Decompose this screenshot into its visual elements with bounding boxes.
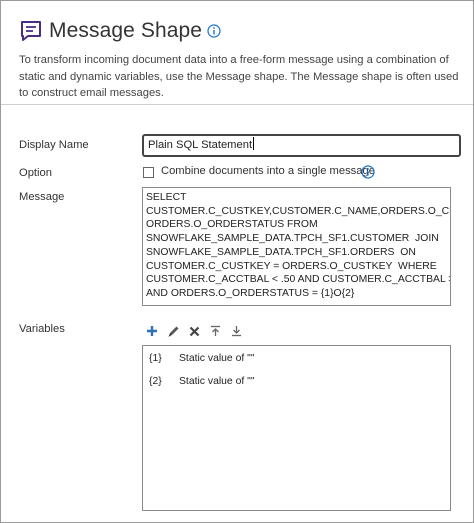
variables-label: Variables (19, 323, 65, 335)
move-down-icon[interactable] (228, 323, 244, 339)
variable-value: Static value of "" (179, 376, 255, 387)
dialog-header: Message Shape (19, 15, 463, 47)
message-line: CUSTOMER.C_CUSTKEY = ORDERS.O_CUSTKEY WH… (146, 260, 437, 272)
display-name-value: Plain SQL Statement (148, 139, 253, 151)
text-caret (253, 137, 255, 150)
message-line: CUSTOMER.C_ACCTBAL < .50 AND CUSTOMER.C_… (146, 274, 451, 286)
variable-key: {2} (149, 376, 162, 387)
info-icon[interactable] (361, 165, 375, 179)
message-line: AND ORDERS.O_ORDERSTATUS = {1}O{2} (146, 287, 355, 299)
info-icon[interactable] (207, 24, 221, 38)
list-item[interactable]: {2} Static value of "" (149, 376, 255, 387)
list-item[interactable]: {1} Static value of "" (149, 353, 255, 364)
message-textarea[interactable]: SELECT CUSTOMER.C_CUSTKEY,CUSTOMER.C_NAME… (142, 187, 451, 306)
message-line: CUSTOMER.C_CUSTKEY,CUSTOMER.C_NAME,ORDER… (146, 205, 450, 217)
message-line: SNOWFLAKE_SAMPLE_DATA.TPCH_SF1.CUSTOMER … (146, 233, 439, 245)
message-line: ORDERS.O_ORDERSTATUS FROM (146, 219, 318, 231)
message-label: Message (19, 191, 65, 203)
combine-documents-checkbox[interactable] (143, 167, 154, 178)
message-shape-dialog: Message Shape To transform incoming docu… (0, 0, 474, 523)
add-icon[interactable] (144, 323, 160, 339)
description-text: To transform incoming document data into… (19, 54, 459, 99)
variable-key: {1} (149, 353, 162, 364)
move-up-icon[interactable] (207, 323, 223, 339)
display-name-label: Display Name (19, 139, 89, 151)
display-name-field[interactable]: Plain SQL Statement (142, 134, 461, 157)
message-line: SELECT (146, 192, 187, 203)
header-divider (1, 104, 473, 105)
variable-value: Static value of "" (179, 353, 255, 364)
message-shape-icon (21, 21, 41, 41)
variables-list[interactable]: {1} Static value of "" {2} Static value of… (142, 345, 451, 511)
combine-documents-label[interactable]: Combine documents into a single message (161, 165, 375, 177)
option-label: Option (19, 167, 52, 179)
variables-toolbar (144, 323, 249, 339)
delete-icon[interactable] (186, 323, 202, 339)
message-line: SNOWFLAKE_SAMPLE_DATA.TPCH_SF1.ORDERS ON (146, 246, 416, 258)
page-title: Message Shape (49, 19, 203, 42)
edit-icon[interactable] (165, 323, 181, 339)
